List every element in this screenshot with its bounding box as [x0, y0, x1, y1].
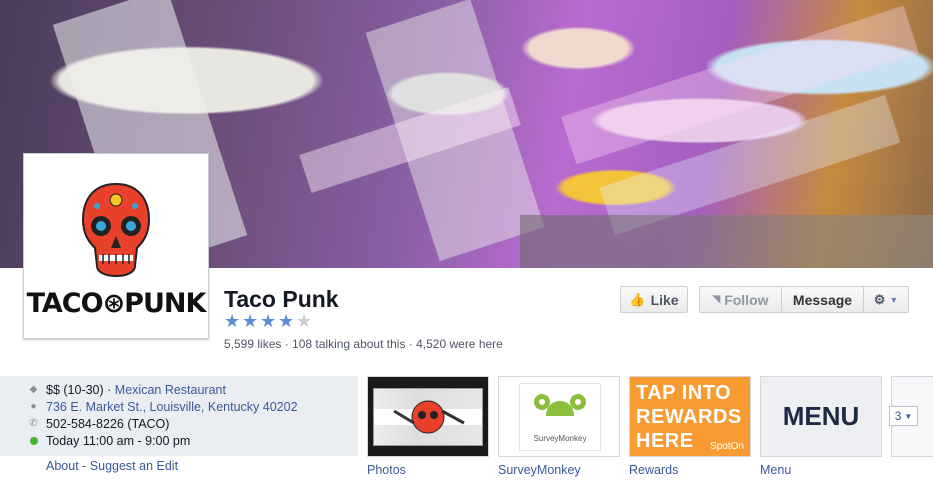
star-icon: ★	[260, 311, 277, 331]
about-link[interactable]: About	[46, 459, 79, 473]
action-button-group: ◥ Follow Message ⚙ ▼	[699, 286, 909, 313]
about-links: About - Suggest an Edit	[46, 459, 179, 473]
rss-icon: ◥	[712, 294, 721, 305]
profile-picture[interactable]: TACO⊛PUNK	[23, 153, 209, 339]
app-label-photos[interactable]: Photos	[367, 463, 406, 477]
page-title[interactable]: Taco Punk	[224, 286, 339, 313]
app-tile-photos[interactable]	[367, 376, 489, 457]
star-icon: ★	[278, 311, 295, 331]
app-tile-rewards[interactable]: TAP INTO REWARDS HERE SpotOn	[629, 376, 751, 457]
suggest-edit-link[interactable]: Suggest an Edit	[90, 459, 178, 473]
message-button[interactable]: Message	[781, 287, 863, 312]
message-label: Message	[792, 291, 853, 308]
star-icon: ★	[242, 311, 259, 331]
app-label-rewards[interactable]: Rewards	[629, 463, 678, 477]
phone-number: 502-584-8226 (TACO)	[46, 416, 170, 431]
star-icon: ★	[224, 311, 241, 331]
phone-icon: ✆	[29, 418, 38, 429]
page-stats: 5,599 likes · 108 talking about this · 4…	[224, 337, 503, 351]
surveymonkey-logo: SurveyMonkey	[519, 383, 601, 451]
hours-text: Today 11:00 am - 9:00 pm	[46, 433, 191, 448]
settings-dropdown-button[interactable]: ⚙ ▼	[863, 287, 908, 312]
follow-label: Follow	[724, 291, 769, 308]
like-button[interactable]: 👍 Like	[620, 286, 688, 313]
monkey-icon	[534, 394, 586, 416]
address-row: ● 736 E. Market St., Louisville, Kentuck…	[28, 398, 358, 415]
info-panel: ◆ $$ (10-30) · Mexican Restaurant ● 736 …	[0, 376, 358, 456]
hours-row: Today 11:00 am - 9:00 pm	[28, 432, 358, 449]
rating-stars[interactable]: ★ ★ ★ ★ ★	[224, 311, 313, 331]
chevron-down-icon: ▼	[904, 411, 913, 421]
surveymonkey-wordmark: SurveyMonkey	[533, 434, 587, 443]
app-label-surveymonkey[interactable]: SurveyMonkey	[498, 463, 581, 477]
app-tile-menu[interactable]: MENU	[760, 376, 882, 457]
category-link[interactable]: Mexican Restaurant	[115, 383, 226, 397]
logo-wordmark: TACO⊛PUNK	[26, 287, 207, 319]
tag-icon: ◆	[29, 384, 38, 395]
address-link[interactable]: 736 E. Market St., Louisville, Kentucky …	[46, 400, 298, 414]
phone-row: ✆ 502-584-8226 (TACO)	[28, 415, 358, 432]
spoton-brand: SpotOn	[710, 441, 744, 452]
follow-button[interactable]: ◥ Follow	[700, 287, 781, 312]
star-icon: ★	[296, 311, 313, 331]
price-range: $$ (10-30)	[46, 382, 104, 397]
photos-thumbnail	[368, 377, 488, 456]
chevron-down-icon: ▼	[889, 294, 899, 305]
gear-icon: ⚙	[873, 291, 886, 307]
app-label-menu[interactable]: Menu	[760, 463, 791, 477]
logo-photo-icon	[374, 400, 482, 433]
thumbs-up-icon: 👍	[629, 291, 646, 307]
category-row: ◆ $$ (10-30) · Mexican Restaurant	[29, 382, 226, 397]
menu-tile-title: MENU	[782, 401, 860, 431]
map-pin-icon: ●	[30, 401, 37, 412]
open-status-icon	[28, 435, 39, 446]
sugar-skull-logo-icon	[81, 182, 151, 277]
like-label: Like	[650, 291, 679, 308]
app-tile-surveymonkey[interactable]: SurveyMonkey	[498, 376, 620, 457]
more-apps-count: 3	[894, 409, 902, 423]
more-apps-button[interactable]: 3 ▼	[889, 406, 918, 426]
